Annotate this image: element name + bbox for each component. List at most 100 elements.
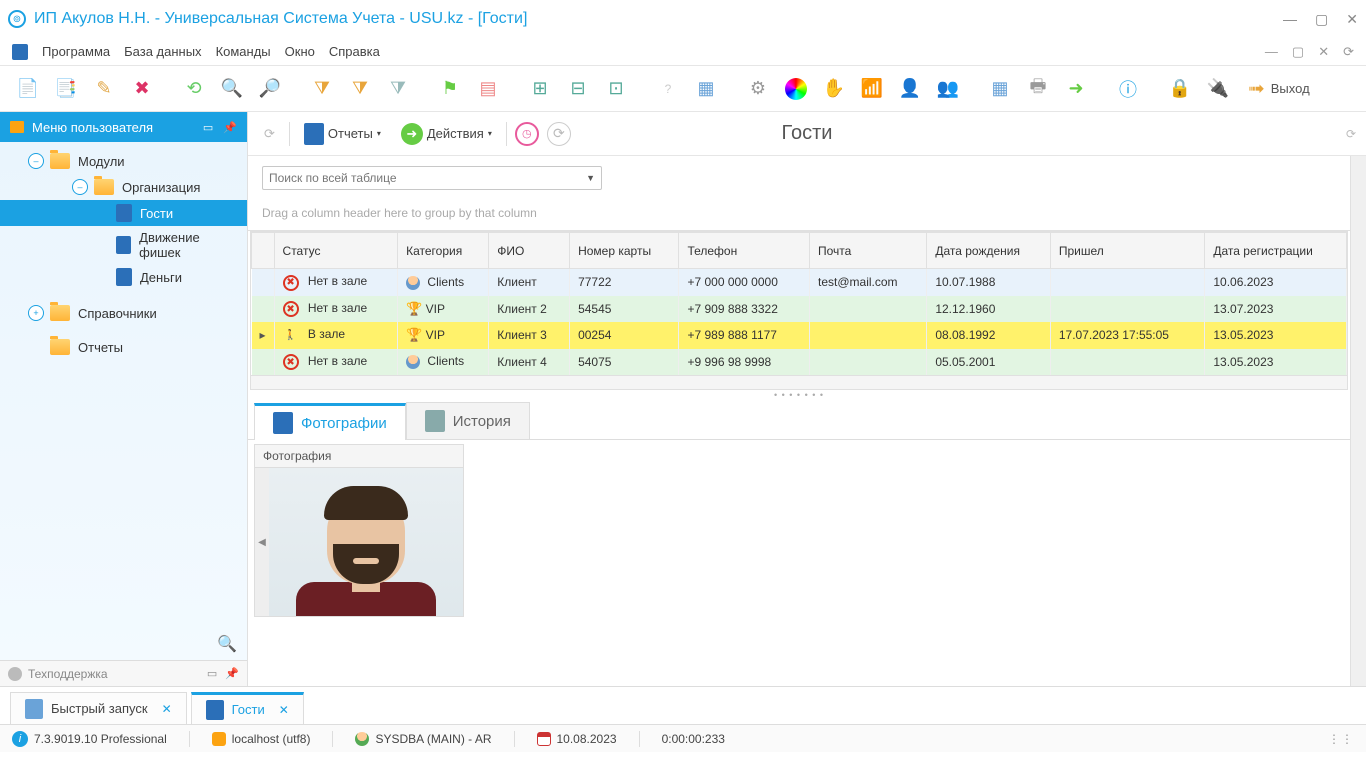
palette-icon[interactable]	[780, 73, 812, 105]
tree-search-icon[interactable]: 🔍	[217, 634, 237, 654]
table-row[interactable]: ✖ Нет в зале🏆 VIPКлиент 254545+7 909 888…	[252, 296, 1347, 323]
sub-refresh-icon[interactable]: ⟳	[258, 120, 281, 148]
table-row[interactable]: ✖ Нет в зале ClientsКлиент77722+7 000 00…	[252, 269, 1347, 296]
main-toolbar: 📄 📑 ✎ ✖ ⟲ 🔍 🔎 ⧩ ⧩ ⧩ ⚑ ▤ ⊞ ⊟ ⊡ ? ▦ ⚙ ✋ 📶 …	[0, 66, 1366, 112]
splitter[interactable]: • • • • • • •	[248, 390, 1350, 396]
tab-guests[interactable]: Гости ✕	[191, 692, 304, 724]
sub-refresh2-icon[interactable]: ⟳	[1346, 127, 1356, 141]
exit-button[interactable]: ➟ Выход	[1248, 76, 1310, 101]
col-category[interactable]: Категория	[398, 233, 489, 269]
col-dob[interactable]: Дата рождения	[927, 233, 1051, 269]
col-card[interactable]: Номер карты	[570, 233, 679, 269]
col-came[interactable]: Пришел	[1050, 233, 1204, 269]
user-icon[interactable]: 👤	[894, 73, 926, 105]
new-doc-icon[interactable]: 📄	[12, 73, 44, 105]
photo-prev-button[interactable]: ◀	[255, 468, 269, 616]
clock-icon[interactable]: ◷	[515, 122, 539, 146]
users-icon[interactable]: 👥	[932, 73, 964, 105]
tab-photos[interactable]: Фотографии	[254, 403, 406, 440]
col-phone[interactable]: Телефон	[679, 233, 810, 269]
tree-add-icon[interactable]: ⊞	[524, 73, 556, 105]
status-no-icon: ✖	[283, 275, 299, 291]
expand-icon[interactable]: +	[28, 305, 44, 321]
mdi-minimize-button[interactable]: —	[1265, 44, 1278, 60]
calendar-icon[interactable]: ▦	[984, 73, 1016, 105]
plug-icon[interactable]: 🔌	[1202, 73, 1234, 105]
col-fio[interactable]: ФИО	[489, 233, 570, 269]
search-input[interactable]: Поиск по всей таблице ▼	[262, 166, 602, 190]
data-grid: Статус Категория ФИО Номер карты Телефон…	[250, 231, 1348, 390]
rss-icon[interactable]: 📶	[856, 73, 888, 105]
user-icon	[355, 732, 369, 746]
support-detach-icon[interactable]: ▭	[207, 667, 217, 680]
go-icon[interactable]: ➜	[1060, 73, 1092, 105]
resize-grip-icon[interactable]: ⋮⋮	[1328, 732, 1354, 746]
actions-dropdown[interactable]: ➜ Действия ▾	[395, 120, 498, 148]
support-pin-icon[interactable]: 📌	[225, 667, 239, 680]
tree-label: Движение фишек	[139, 230, 239, 260]
print-icon[interactable]: 🖶	[1022, 73, 1054, 105]
table-row[interactable]: ✖ Нет в зале ClientsКлиент 454075+9 996 …	[252, 349, 1347, 376]
lock-icon[interactable]: 🔒	[1164, 73, 1196, 105]
group-hint[interactable]: Drag a column header here to group by th…	[248, 196, 1350, 231]
filter-apply-icon[interactable]: ⧩	[344, 73, 376, 105]
reports-dropdown[interactable]: Отчеты ▾	[298, 120, 387, 148]
col-status[interactable]: Статус	[274, 233, 398, 269]
flag-icon[interactable]: ⚑	[434, 73, 466, 105]
tab-history[interactable]: История	[406, 402, 530, 439]
refresh-icon[interactable]: ⟲	[178, 73, 210, 105]
tab-quick-launch[interactable]: Быстрый запуск ✕	[10, 692, 187, 724]
menu-icon	[12, 44, 28, 60]
tree-guests[interactable]: Гости	[0, 200, 247, 226]
minimize-button[interactable]: —	[1283, 11, 1297, 28]
tree-organization[interactable]: – Организация	[0, 174, 247, 200]
mdi-close-button[interactable]: ✕	[1318, 44, 1329, 60]
tree-refs[interactable]: + Справочники	[0, 300, 247, 326]
search-icon[interactable]: 🔍	[216, 73, 248, 105]
info-icon[interactable]: ⓘ	[1112, 73, 1144, 105]
tab-close-icon[interactable]: ✕	[279, 703, 289, 717]
tree-chips[interactable]: Движение фишек	[0, 226, 247, 264]
mdi-restore-button[interactable]: ▢	[1292, 44, 1304, 60]
close-button[interactable]: ✕	[1346, 11, 1358, 28]
search-plus-icon[interactable]: 🔎	[254, 73, 286, 105]
vertical-scrollbar[interactable]	[1350, 156, 1366, 686]
collapse-icon[interactable]: –	[28, 153, 44, 169]
client-icon	[406, 355, 420, 369]
settings-icon[interactable]: ⚙	[742, 73, 774, 105]
collapse-icon[interactable]: –	[72, 179, 88, 195]
menu-window[interactable]: Окно	[285, 44, 315, 59]
tree-expand-icon[interactable]: ⊡	[600, 73, 632, 105]
help-small-icon[interactable]: ?	[652, 73, 684, 105]
mdi-refresh-button[interactable]: ⟳	[1343, 44, 1354, 60]
tab-close-icon[interactable]: ✕	[162, 702, 172, 716]
tree-collapse-icon[interactable]: ⊟	[562, 73, 594, 105]
col-mail[interactable]: Почта	[810, 233, 927, 269]
menu-commands[interactable]: Команды	[216, 44, 271, 59]
chevron-down-icon[interactable]: ▼	[586, 173, 595, 183]
image-icon[interactable]: ▤	[472, 73, 504, 105]
sidebar-detach-icon[interactable]: ▭	[203, 121, 213, 134]
support-bar[interactable]: Техподдержка ▭ 📌	[0, 660, 247, 686]
menu-program[interactable]: Программа	[42, 44, 110, 59]
filter-clear-icon[interactable]: ⧩	[382, 73, 414, 105]
maximize-button[interactable]: ▢	[1315, 11, 1328, 28]
page-title: Гости	[782, 122, 833, 145]
copy-doc-icon[interactable]: 📑	[50, 73, 82, 105]
col-reg[interactable]: Дата регистрации	[1205, 233, 1347, 269]
tree-money[interactable]: Деньги	[0, 264, 247, 290]
menu-database[interactable]: База данных	[124, 44, 201, 59]
app-logo-icon: ⊚	[8, 10, 26, 28]
menu-help[interactable]: Справка	[329, 44, 380, 59]
folder-icon	[50, 305, 70, 321]
sidebar-pin-icon[interactable]: 📌	[223, 121, 237, 134]
tree-modules[interactable]: – Модули	[0, 148, 247, 174]
grid-icon[interactable]: ▦	[690, 73, 722, 105]
edit-icon[interactable]: ✎	[88, 73, 120, 105]
delete-icon[interactable]: ✖	[126, 73, 158, 105]
hand-icon[interactable]: ✋	[818, 73, 850, 105]
filter-icon[interactable]: ⧩	[306, 73, 338, 105]
reload-icon[interactable]: ⟳	[547, 122, 571, 146]
table-row[interactable]: ▸🚶 В зале🏆 VIPКлиент 300254+7 989 888 11…	[252, 322, 1347, 349]
tree-reports[interactable]: Отчеты	[0, 334, 247, 360]
